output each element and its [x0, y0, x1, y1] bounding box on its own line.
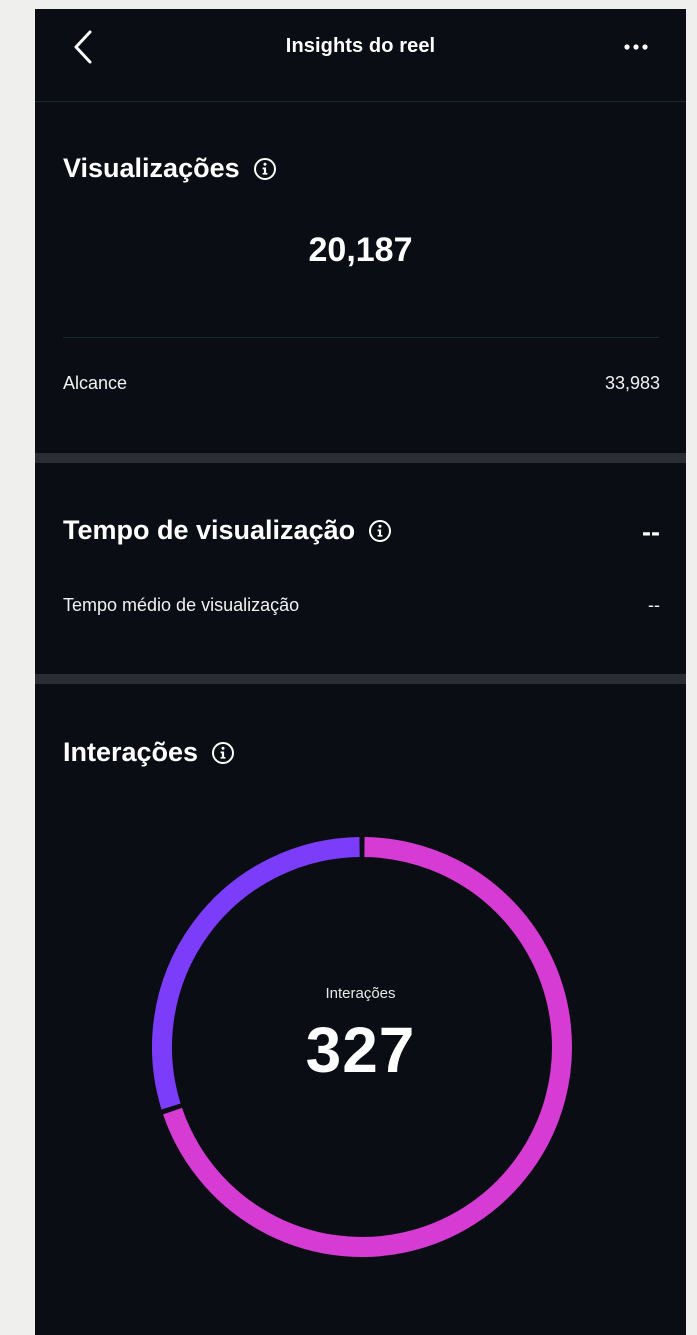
section-divider [35, 453, 686, 463]
donut-center-label: Interações [325, 985, 396, 1002]
views-section-title: Visualizações [63, 153, 277, 184]
views-title-text: Visualizações [63, 153, 240, 183]
divider [63, 337, 659, 338]
section-divider [35, 674, 686, 684]
watch-time-title-text: Tempo de visualização [63, 515, 356, 545]
app-screen: Insights do reel Visualizações 20,187 Al… [35, 9, 686, 1335]
top-bar: Insights do reel [35, 9, 686, 102]
donut-center-value: 327 [305, 1014, 416, 1086]
more-options-button[interactable] [615, 34, 659, 60]
views-total: 20,187 [308, 231, 413, 269]
info-icon[interactable] [211, 741, 235, 765]
info-icon[interactable] [253, 157, 277, 181]
watch-time-value: -- [642, 517, 660, 547]
interactions-section-title: Interações [63, 737, 235, 768]
interactions-title-text: Interações [63, 737, 199, 767]
more-horizontal-icon [624, 44, 648, 50]
info-icon[interactable] [368, 519, 392, 543]
reach-label: Alcance [63, 373, 128, 393]
avg-watch-time-label: Tempo médio de visualização [63, 595, 300, 615]
avg-watch-time-value: -- [648, 595, 660, 615]
page-title: Insights do reel [285, 35, 436, 57]
reach-value: 33,983 [604, 373, 660, 393]
watch-time-section-title: Tempo de visualização [63, 515, 392, 546]
